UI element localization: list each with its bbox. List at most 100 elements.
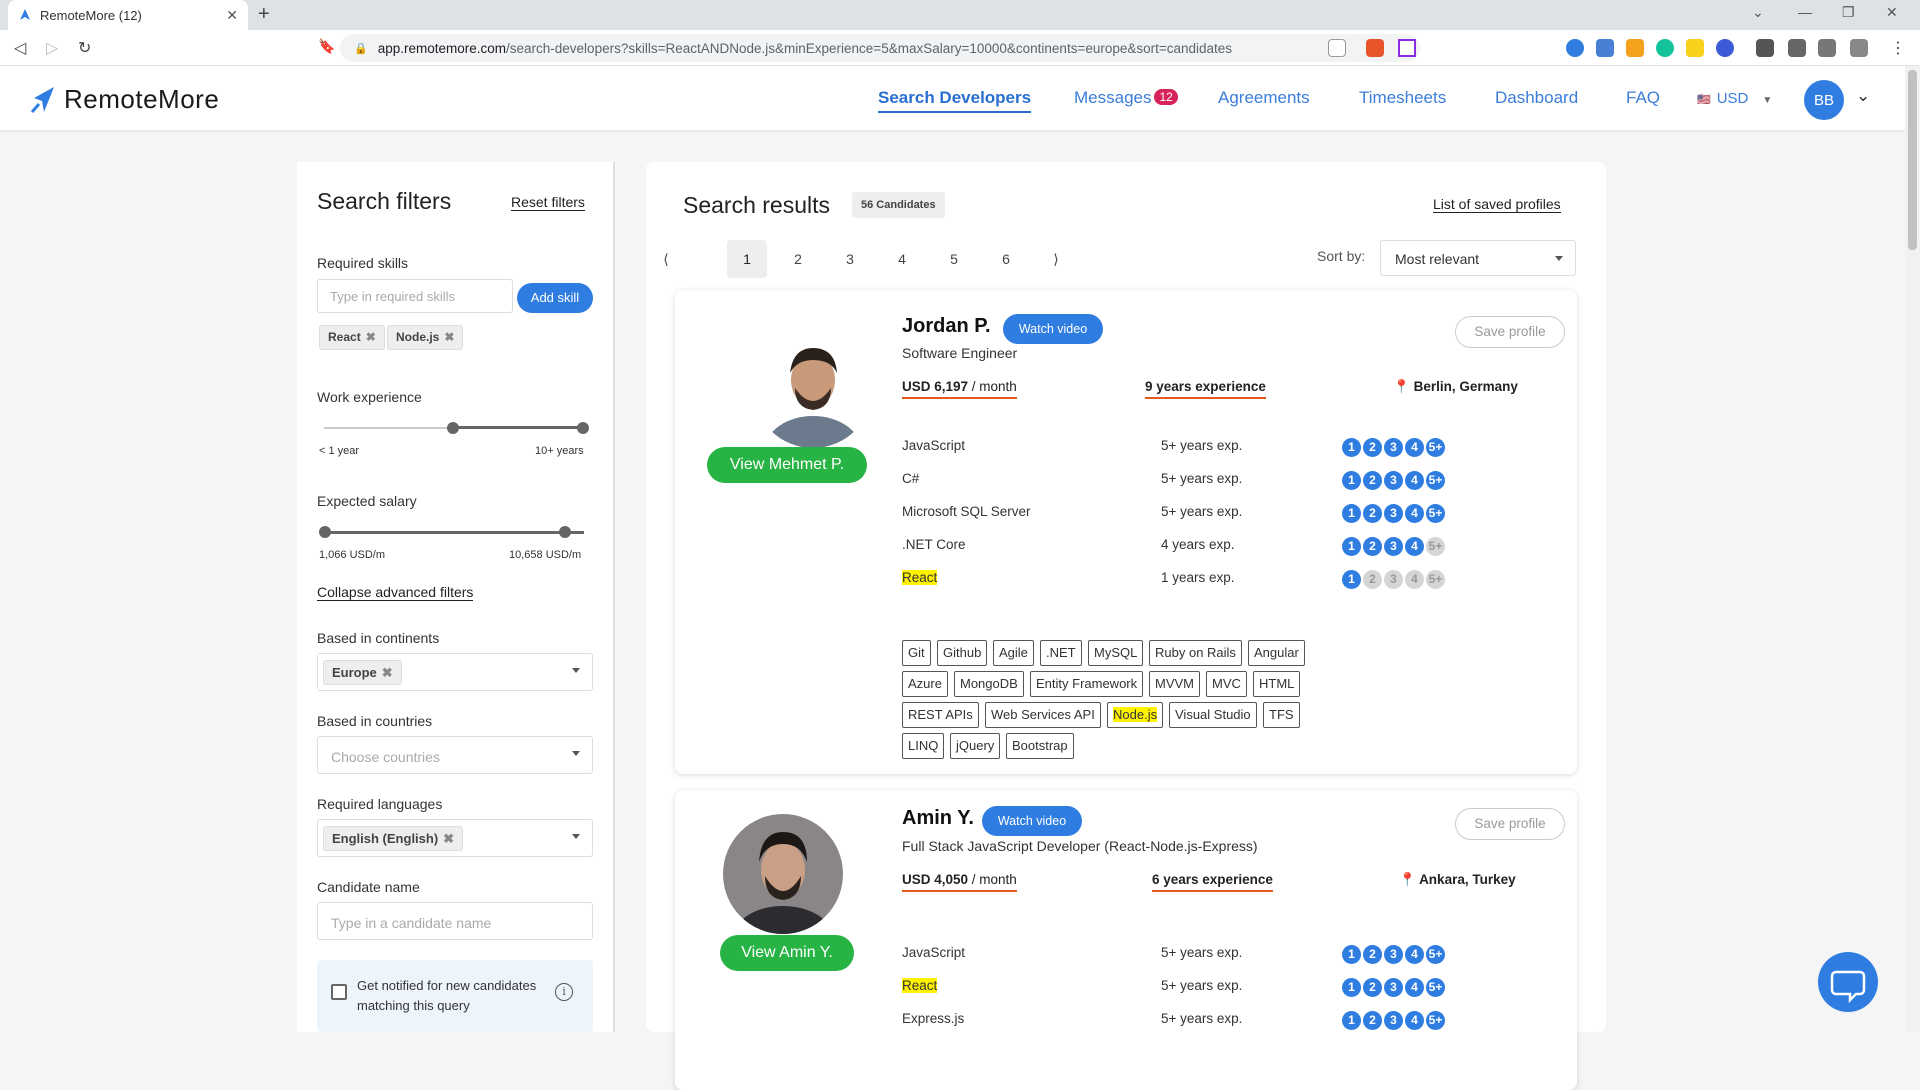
remove-icon[interactable]: ✖ xyxy=(443,831,454,846)
skill-name: React xyxy=(902,570,938,585)
logo[interactable]: RemoteMore xyxy=(30,84,219,115)
nav-search-developers[interactable]: Search Developers xyxy=(878,88,1032,113)
skill-level: 1 2 3 4 5+ xyxy=(1342,471,1445,490)
forward-icon[interactable]: ▷ xyxy=(46,38,58,58)
page-scrollbar[interactable] xyxy=(1905,66,1920,1032)
skills-input[interactable]: Type in required skills xyxy=(317,279,513,313)
brave-shield-icon[interactable] xyxy=(1366,39,1384,57)
level-dot: 4 xyxy=(1405,537,1424,556)
info-icon[interactable]: i xyxy=(555,983,573,1001)
skill-tag: MongoDB xyxy=(954,671,1024,697)
nav-faq[interactable]: FAQ xyxy=(1626,88,1660,108)
languages-select[interactable]: English (English) ✖ xyxy=(317,819,593,857)
skill-tag-label: Bootstrap xyxy=(1012,738,1068,753)
location: 📍 Berlin, Germany xyxy=(1393,379,1518,395)
app-header: RemoteMore Search Developers Messages 12 … xyxy=(0,66,1905,130)
notify-checkbox[interactable] xyxy=(331,984,347,1000)
tab-title: RemoteMore (12) xyxy=(40,7,142,23)
candidate-name-label: Candidate name xyxy=(317,879,420,895)
save-profile-button[interactable]: Save profile xyxy=(1455,316,1565,348)
candidate-name-input[interactable]: Type in a candidate name xyxy=(317,902,593,940)
level-dot: 1 xyxy=(1342,438,1361,457)
salary-max-handle[interactable] xyxy=(559,526,571,538)
language-chip[interactable]: English (English) ✖ xyxy=(323,826,464,851)
page-4[interactable]: 4 xyxy=(882,240,922,278)
reload-icon[interactable]: ↻ xyxy=(78,38,91,58)
candidate-photo[interactable] xyxy=(723,814,843,934)
skill-chip-react[interactable]: React ✖ xyxy=(319,325,385,350)
collapse-advanced-filters-link[interactable]: Collapse advanced filters xyxy=(317,584,474,601)
watch-video-button[interactable]: Watch video xyxy=(1003,314,1103,344)
watch-video-button[interactable]: Watch video xyxy=(982,806,1082,836)
minimize-icon[interactable]: — xyxy=(1798,4,1812,20)
skill-row: React 1 years exp. 1 2 3 4 5+ xyxy=(902,570,1445,590)
page-2[interactable]: 2 xyxy=(778,240,818,278)
avatar[interactable]: BB xyxy=(1804,80,1844,120)
extensions-puzzle-icon[interactable] xyxy=(1756,39,1774,57)
page-3[interactable]: 3 xyxy=(830,240,870,278)
saved-profiles-link[interactable]: List of saved profiles xyxy=(1433,196,1561,213)
reset-filters-link[interactable]: Reset filters xyxy=(511,194,585,211)
add-skill-button[interactable]: Add skill xyxy=(517,283,593,313)
salary: USD 6,197 / month xyxy=(902,379,1017,399)
share-icon[interactable] xyxy=(1328,39,1346,57)
experience-max-handle[interactable] xyxy=(577,422,589,434)
account-menu-chevron-icon[interactable]: ⌄ xyxy=(1856,86,1870,106)
chat-widget-button[interactable] xyxy=(1818,952,1878,1012)
continents-select[interactable]: Europe ✖ xyxy=(317,653,593,691)
translate-icon[interactable] xyxy=(1596,39,1614,57)
sidebar-icon[interactable] xyxy=(1818,39,1836,57)
salary-min-handle[interactable] xyxy=(319,526,331,538)
page-5[interactable]: 5 xyxy=(934,240,974,278)
skill-tag-label: REST APIs xyxy=(908,707,973,722)
save-profile-button[interactable]: Save profile xyxy=(1455,808,1565,840)
remove-icon[interactable]: ✖ xyxy=(366,330,376,344)
experience-min-handle[interactable] xyxy=(447,422,459,434)
nav-dashboard[interactable]: Dashboard xyxy=(1495,88,1578,108)
caret-down-icon xyxy=(572,751,580,756)
skill-chip-nodejs[interactable]: Node.js ✖ xyxy=(387,325,464,350)
remove-icon[interactable]: ✖ xyxy=(382,665,393,680)
extension-5-icon[interactable] xyxy=(1686,39,1704,57)
countries-label: Based in countries xyxy=(317,713,433,729)
remove-icon[interactable]: ✖ xyxy=(444,330,454,344)
close-tab-icon[interactable]: ✕ xyxy=(226,7,238,24)
skill-tag: .NET xyxy=(1040,640,1082,666)
next-page-button[interactable]: ⟩ xyxy=(1036,240,1076,278)
prev-page-button[interactable]: ⟨ xyxy=(646,240,686,278)
address-bar[interactable]: 🔒 app.remotemore.com /search-developers?… xyxy=(340,34,1420,62)
currency-select[interactable]: 🇺🇸 USD ▼ xyxy=(1697,90,1772,107)
new-tab-icon[interactable]: + xyxy=(258,4,270,24)
candidate-photo[interactable] xyxy=(753,328,873,448)
skill-tag-label: MVC xyxy=(1212,676,1241,691)
view-profile-button[interactable]: View Amin Y. xyxy=(720,935,854,971)
back-icon[interactable]: ◁ xyxy=(14,38,26,58)
reading-list-icon[interactable] xyxy=(1788,39,1806,57)
bookmark-icon[interactable]: 🔖 xyxy=(318,38,335,55)
level-dot: 1 xyxy=(1342,570,1361,589)
restore-icon[interactable]: ❐ xyxy=(1842,4,1855,21)
nav-agreements[interactable]: Agreements xyxy=(1218,88,1310,108)
page-1[interactable]: 1 xyxy=(727,240,767,278)
brave-rewards-icon[interactable] xyxy=(1398,39,1416,57)
scrollbar-thumb[interactable] xyxy=(1908,70,1917,250)
view-profile-button[interactable]: View Mehmet P. xyxy=(707,447,867,483)
browser-menu-icon[interactable]: ⋮ xyxy=(1890,38,1906,58)
extension-1-icon[interactable] xyxy=(1566,39,1584,57)
page-6[interactable]: 6 xyxy=(986,240,1026,278)
browser-tabbar: RemoteMore (12) ✕ + ⌄ — ❐ ✕ xyxy=(0,0,1920,30)
messages-badge: 12 xyxy=(1154,89,1178,105)
nav-messages[interactable]: Messages 12 xyxy=(1074,88,1178,108)
countries-select[interactable]: Choose countries xyxy=(317,736,593,774)
extension-6-icon[interactable] xyxy=(1716,39,1734,57)
grammarly-icon[interactable] xyxy=(1656,39,1674,57)
browser-tab[interactable]: RemoteMore (12) ✕ xyxy=(8,0,248,30)
tab-search-icon[interactable]: ⌄ xyxy=(1752,4,1764,21)
extension-3-icon[interactable] xyxy=(1626,39,1644,57)
continent-chip[interactable]: Europe ✖ xyxy=(323,660,402,685)
window-close-icon[interactable]: ✕ xyxy=(1886,4,1898,21)
sort-select[interactable]: Most relevant xyxy=(1380,240,1576,276)
nav-timesheets[interactable]: Timesheets xyxy=(1359,88,1446,108)
wallet-icon[interactable] xyxy=(1850,39,1868,57)
logo-text: RemoteMore xyxy=(64,84,220,114)
